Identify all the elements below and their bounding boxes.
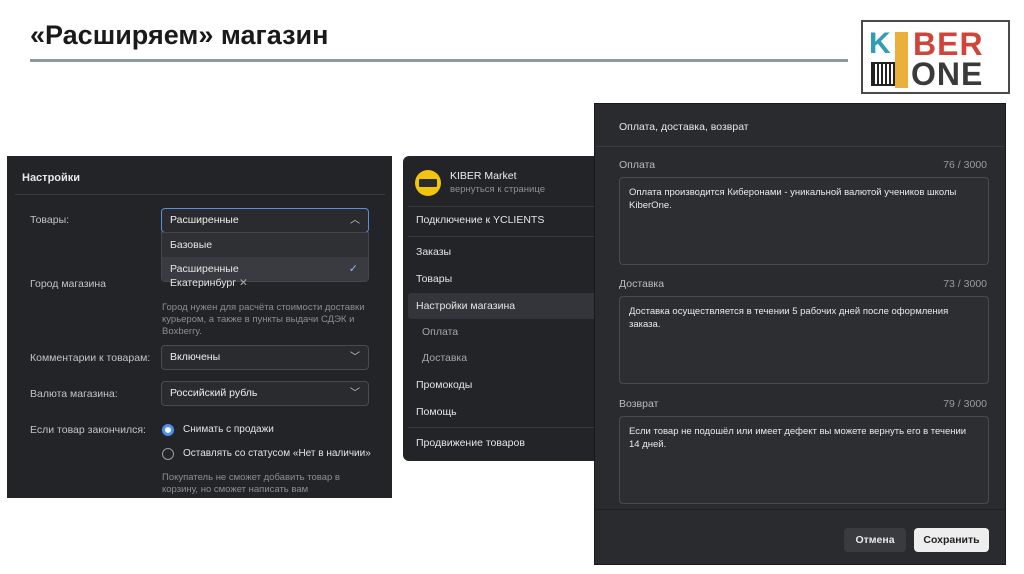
check-icon: ✓ [348,263,358,275]
delivery-counter: 73 / 3000 [943,278,987,290]
return-textarea[interactable]: Если товар не подошёл или имеет дефект в… [619,416,989,504]
oos-hint-line: корзину, но сможет написать вам [162,484,309,495]
dropdown-option-basic[interactable]: Базовые [162,233,368,257]
logo-one-bar [895,32,908,88]
nav-divider [408,236,598,237]
payment-delivery-return-dialog: Оплата, доставка, возврат Оплата 76 / 30… [594,103,1006,565]
radio-keep-out-of-stock[interactable] [162,448,174,460]
nav-item-products[interactable]: Товары [416,273,452,285]
save-button[interactable]: Сохранить [914,528,989,552]
payment-counter: 76 / 3000 [943,159,987,171]
city-chip-label: Екатеринбург [170,277,237,289]
out-of-stock-hint: Покупатель не сможет добавить товар в ко… [162,472,340,496]
store-nav-panel: KIBER Market вернуться к странице Подклю… [403,156,603,461]
nav-divider [408,206,598,207]
comments-label: Комментарии к товарам: [30,352,151,364]
logo-letter-k: K [869,27,891,60]
slide-title: «Расширяем» магазин [30,20,329,50]
goods-label: Товары: [30,214,70,226]
chevron-up-icon: ︿ [350,215,360,226]
chevron-down-icon: ﹀ [350,352,360,363]
radio-keep-label: Оставлять со статусом «Нет в наличии» [183,448,371,459]
return-label: Возврат [619,398,659,410]
currency-select[interactable]: Российский рубль ﹀ [161,381,369,406]
currency-select-value: Российский рубль [170,387,258,399]
goods-select-value: Расширенные [170,214,239,226]
chevron-down-icon: ﹀ [350,388,360,399]
nav-item-promotion[interactable]: Продвижение товаров [416,437,525,449]
return-counter: 79 / 3000 [943,398,987,410]
payment-label: Оплата [619,159,656,171]
oos-hint-line: Покупатель не сможет добавить товар в [162,472,340,483]
nav-subitem-delivery[interactable]: Доставка [422,352,467,364]
nav-item-connect-yclients[interactable]: Подключение к YCLIENTS [416,214,544,226]
city-hint-line: Город нужен для расчёта стоимости достав… [162,302,365,313]
store-name: KIBER Market [450,170,517,182]
radio-remove-from-sale[interactable] [162,424,174,436]
city-label: Город магазина [30,278,107,290]
dialog-footer-divider [595,509,1005,510]
dropdown-option-label: Расширенные [170,263,239,275]
nav-item-orders[interactable]: Заказы [416,246,451,258]
comments-select[interactable]: Включены ﹀ [161,345,369,370]
delivery-textarea[interactable]: Доставка осуществляется в течении 5 рабо… [619,296,989,384]
settings-header: Настройки [22,172,81,184]
kiberone-logo: K BER ONE [861,20,1010,94]
city-hint-line: Boxberry. [162,326,202,337]
payment-textarea[interactable]: Оплата производится Киберонами - уникаль… [619,177,989,265]
back-to-page-link[interactable]: вернуться к странице [450,184,545,195]
nav-item-store-settings[interactable]: Настройки магазина [416,300,515,312]
settings-divider [15,194,385,195]
dialog-divider [595,146,1005,147]
radio-remove-label: Снимать с продажи [183,424,274,435]
nav-item-promocodes[interactable]: Промокоды [416,379,472,391]
dialog-title: Оплата, доставка, возврат [619,121,749,133]
slide: «Расширяем» магазин K BER ONE Настройки … [0,0,1024,574]
nav-item-help[interactable]: Помощь [416,406,457,418]
title-divider [30,59,848,62]
delivery-label: Доставка [619,278,665,290]
store-logo-icon [415,170,441,196]
goods-select[interactable]: Расширенные ︿ [161,208,369,233]
out-of-stock-label: Если товар закончился: [30,424,146,436]
qr-code-icon [871,62,895,86]
city-chip[interactable]: Екатеринбург ✕ [170,277,248,289]
goods-dropdown: Базовые Расширенные ✓ [161,232,369,282]
logo-text-one: ONE [911,56,984,92]
nav-subitem-payment[interactable]: Оплата [422,326,458,338]
comments-select-value: Включены [170,351,221,363]
currency-label: Валюта магазина: [30,388,118,400]
settings-panel: Настройки Товары: Расширенные ︿ Базовые … [7,156,392,498]
cancel-button[interactable]: Отмена [844,528,906,552]
city-hint-line: курьером, а также в пункты выдачи СДЭК и [162,314,355,325]
city-hint: Город нужен для расчёта стоимости достав… [162,302,365,338]
nav-divider [408,427,598,428]
close-icon[interactable]: ✕ [239,277,248,289]
